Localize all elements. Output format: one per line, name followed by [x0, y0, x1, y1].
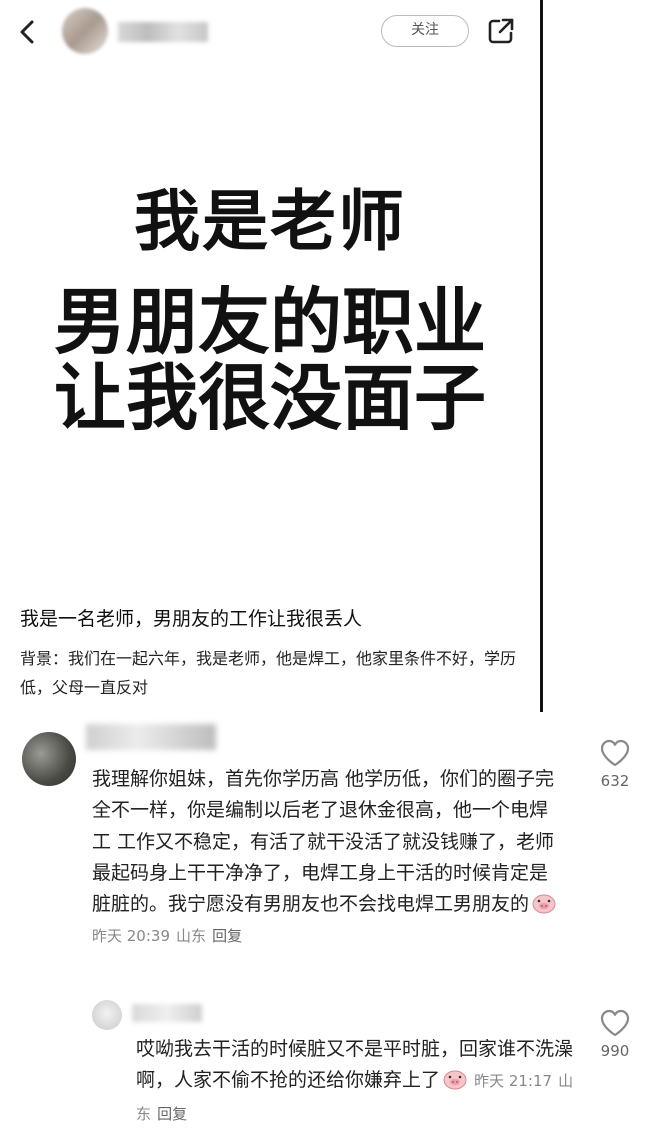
reply-reply-button[interactable]: 回复: [157, 1105, 187, 1123]
comment-time: 昨天 20:39: [92, 927, 170, 946]
commenter-name-blurred[interactable]: [86, 724, 216, 750]
pig-emoji-icon: [531, 892, 557, 914]
author-avatar[interactable]: [62, 8, 108, 54]
comment-body: 我理解你姐妹，首先你学历高 他学历低，你们的圈子完全不一样，你是编制以后老了退休…: [92, 764, 562, 953]
share-icon: [488, 18, 514, 44]
post-title: 我是一名老师，男朋友的工作让我很丢人: [20, 608, 363, 630]
replier-avatar[interactable]: [92, 1000, 122, 1030]
hero-lines-2-3: 男朋友的职业 让我很没面子: [0, 284, 540, 436]
reply-time: 昨天 21:17: [474, 1072, 553, 1091]
back-icon: [20, 20, 34, 44]
replier-name-blurred[interactable]: [132, 1004, 202, 1022]
follow-button[interactable]: 关注: [381, 15, 469, 47]
author-name-blurred[interactable]: [118, 22, 208, 42]
reply-body: 哎呦我去干活的时候脏又不是平时脏，回家谁不洗澡啊，人家不偷不抢的还给你嫌弃上了 …: [136, 1034, 576, 1130]
pig-emoji-icon: [442, 1068, 468, 1090]
screenshot-divider: [540, 0, 543, 712]
comment-reply-button[interactable]: 回复: [212, 927, 242, 945]
back-button[interactable]: [14, 18, 38, 46]
share-button[interactable]: [486, 16, 516, 46]
commenter-avatar[interactable]: [22, 732, 76, 786]
post-body: 背景：我们在一起六年，我是老师，他是焊工，他家里条件不好，学历低，父母一直反对: [20, 649, 517, 697]
hero-line-3: 让我很没面子: [53, 356, 486, 440]
comment-like-button[interactable]: 632: [595, 738, 635, 790]
reply-like-count: 990: [600, 1042, 630, 1060]
comment-location: 山东: [176, 927, 207, 946]
hero-line-2: 男朋友的职业: [53, 280, 486, 364]
post-card: 关注 我是老师 男朋友的职业 让我很没面子 我是一名老师，男朋友的工作让我很丢人…: [0, 0, 540, 712]
comment-like-count: 632: [600, 772, 630, 790]
heart-icon: [600, 739, 630, 767]
heart-icon: [600, 1009, 630, 1037]
reply-like-button[interactable]: 990: [595, 1008, 635, 1060]
comment-text: 我理解你姐妹，首先你学历高 他学历低，你们的圈子完全不一样，你是编制以后老了退休…: [92, 768, 555, 916]
hero-line-1: 我是老师: [134, 183, 406, 260]
